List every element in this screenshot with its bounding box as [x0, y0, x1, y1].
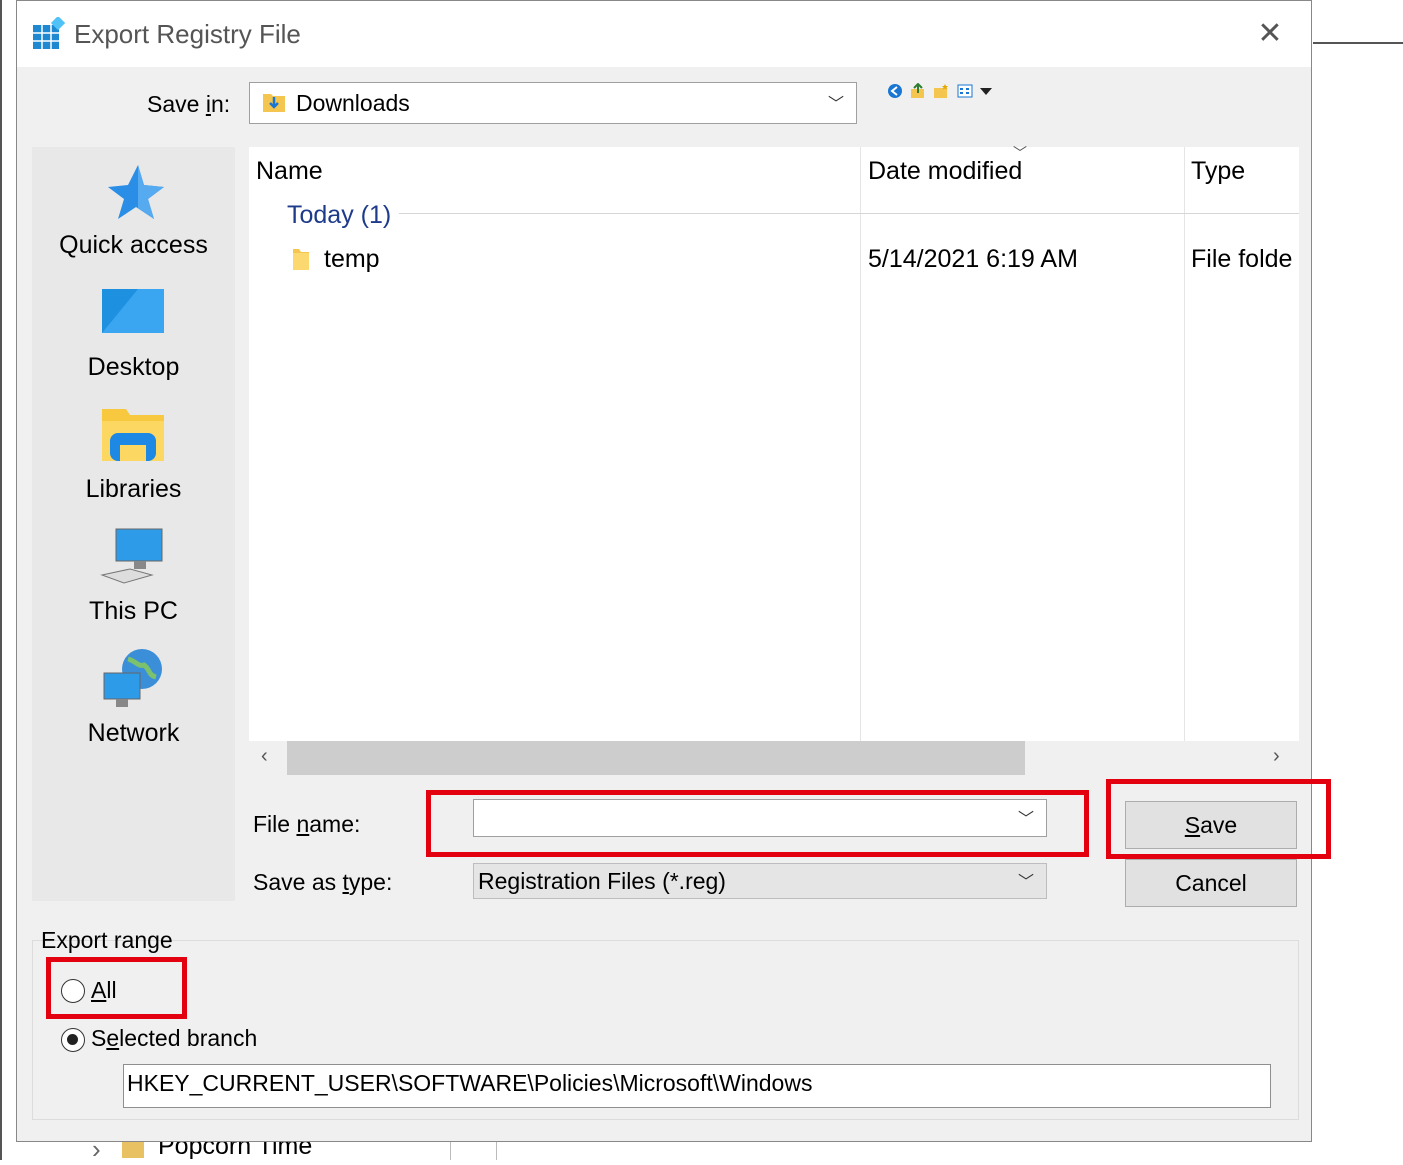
export-registry-dialog: Export Registry File ✕ Save in: Download… [16, 0, 1331, 1142]
file-list: Name Date modified ﹀ Type Today (1) temp… [249, 145, 1299, 775]
computer-icon [100, 528, 163, 584]
background-window-edge [0, 0, 2, 1160]
selected-branch-value: HKEY_CURRENT_USER\SOFTWARE\Policies\Micr… [127, 1070, 813, 1096]
save-as-type-dropdown[interactable]: Registration Files (*.reg) ﹀ [473, 863, 1047, 899]
folder-icon [293, 249, 309, 270]
star-icon [108, 165, 164, 219]
column-header-date-modified[interactable]: Date modified [868, 157, 1022, 186]
title-bar: Export Registry File ✕ [17, 1, 1311, 67]
libraries-icon [102, 409, 164, 461]
selected-branch-label[interactable]: Selected branch [91, 1025, 257, 1052]
background-tree: › Popcorn Time [0, 1132, 1403, 1164]
downloads-folder-icon [263, 94, 285, 112]
export-range-label: Export range [41, 927, 173, 953]
scroll-left-icon[interactable]: ‹ [261, 745, 268, 768]
horizontal-scrollbar[interactable]: ‹ › [249, 741, 1299, 775]
file-name-cell: temp [324, 245, 380, 273]
save-in-value: Downloads [296, 90, 410, 116]
place-label: This PC [89, 597, 178, 625]
column-divider [450, 1140, 451, 1160]
chevron-down-icon: ﹀ [1017, 873, 1034, 891]
column-header-type[interactable]: Type [1191, 157, 1245, 186]
folder-icon [122, 1140, 144, 1158]
column-header-name[interactable]: Name [256, 157, 323, 186]
save-as-type-label: Save as type: [253, 869, 393, 895]
save-in-label: Save in: [147, 91, 231, 117]
new-folder-icon[interactable] [933, 83, 949, 99]
group-header[interactable]: Today (1) [287, 201, 391, 230]
scrollbar-thumb[interactable] [287, 741, 1025, 775]
place-label: Desktop [87, 353, 180, 381]
desktop-icon [102, 289, 164, 333]
chevron-down-icon: ﹀ [827, 95, 844, 113]
file-date-cell: 5/14/2021 6:19 AM [868, 245, 1078, 273]
dialog-title: Export Registry File [74, 19, 301, 49]
radio-selected-dot [67, 1034, 78, 1045]
sort-chevron-icon: ﹀ [1013, 145, 1027, 161]
file-name-highlight [426, 790, 1089, 857]
place-label: Network [87, 719, 180, 747]
selected-branch-radio[interactable] [61, 1028, 85, 1052]
save-button-highlight [1106, 779, 1331, 859]
group-divider [399, 213, 1299, 214]
selected-branch-input[interactable]: HKEY_CURRENT_USER\SOFTWARE\Policies\Micr… [123, 1064, 1271, 1108]
file-name-label: File name: [253, 811, 361, 837]
file-row[interactable]: temp 5/14/2021 6:19 AM File folde [249, 241, 1299, 281]
back-icon[interactable] [887, 83, 903, 99]
column-divider[interactable] [1184, 147, 1185, 741]
save-as-type-value: Registration Files (*.reg) [478, 868, 726, 894]
place-label: Libraries [85, 475, 182, 503]
file-type-cell: File folde [1191, 245, 1293, 273]
all-radio-highlight [46, 957, 187, 1019]
scroll-right-icon[interactable]: › [1273, 745, 1280, 768]
save-in-dropdown[interactable]: Downloads ﹀ [249, 82, 857, 124]
column-divider [496, 1140, 497, 1160]
dropdown-arrow-icon[interactable] [979, 83, 993, 99]
cancel-button[interactable]: Cancel [1125, 859, 1297, 907]
close-button[interactable]: ✕ [1253, 17, 1287, 51]
column-divider[interactable] [860, 147, 861, 741]
places-bar: Quick access Desktop Libraries This PC N… [32, 147, 235, 901]
background-divider [1313, 42, 1403, 44]
network-icon [103, 649, 162, 707]
place-label: Quick access [59, 231, 208, 259]
up-folder-icon[interactable] [910, 83, 926, 99]
registry-editor-icon [33, 17, 65, 49]
view-menu-icon[interactable] [957, 83, 973, 99]
